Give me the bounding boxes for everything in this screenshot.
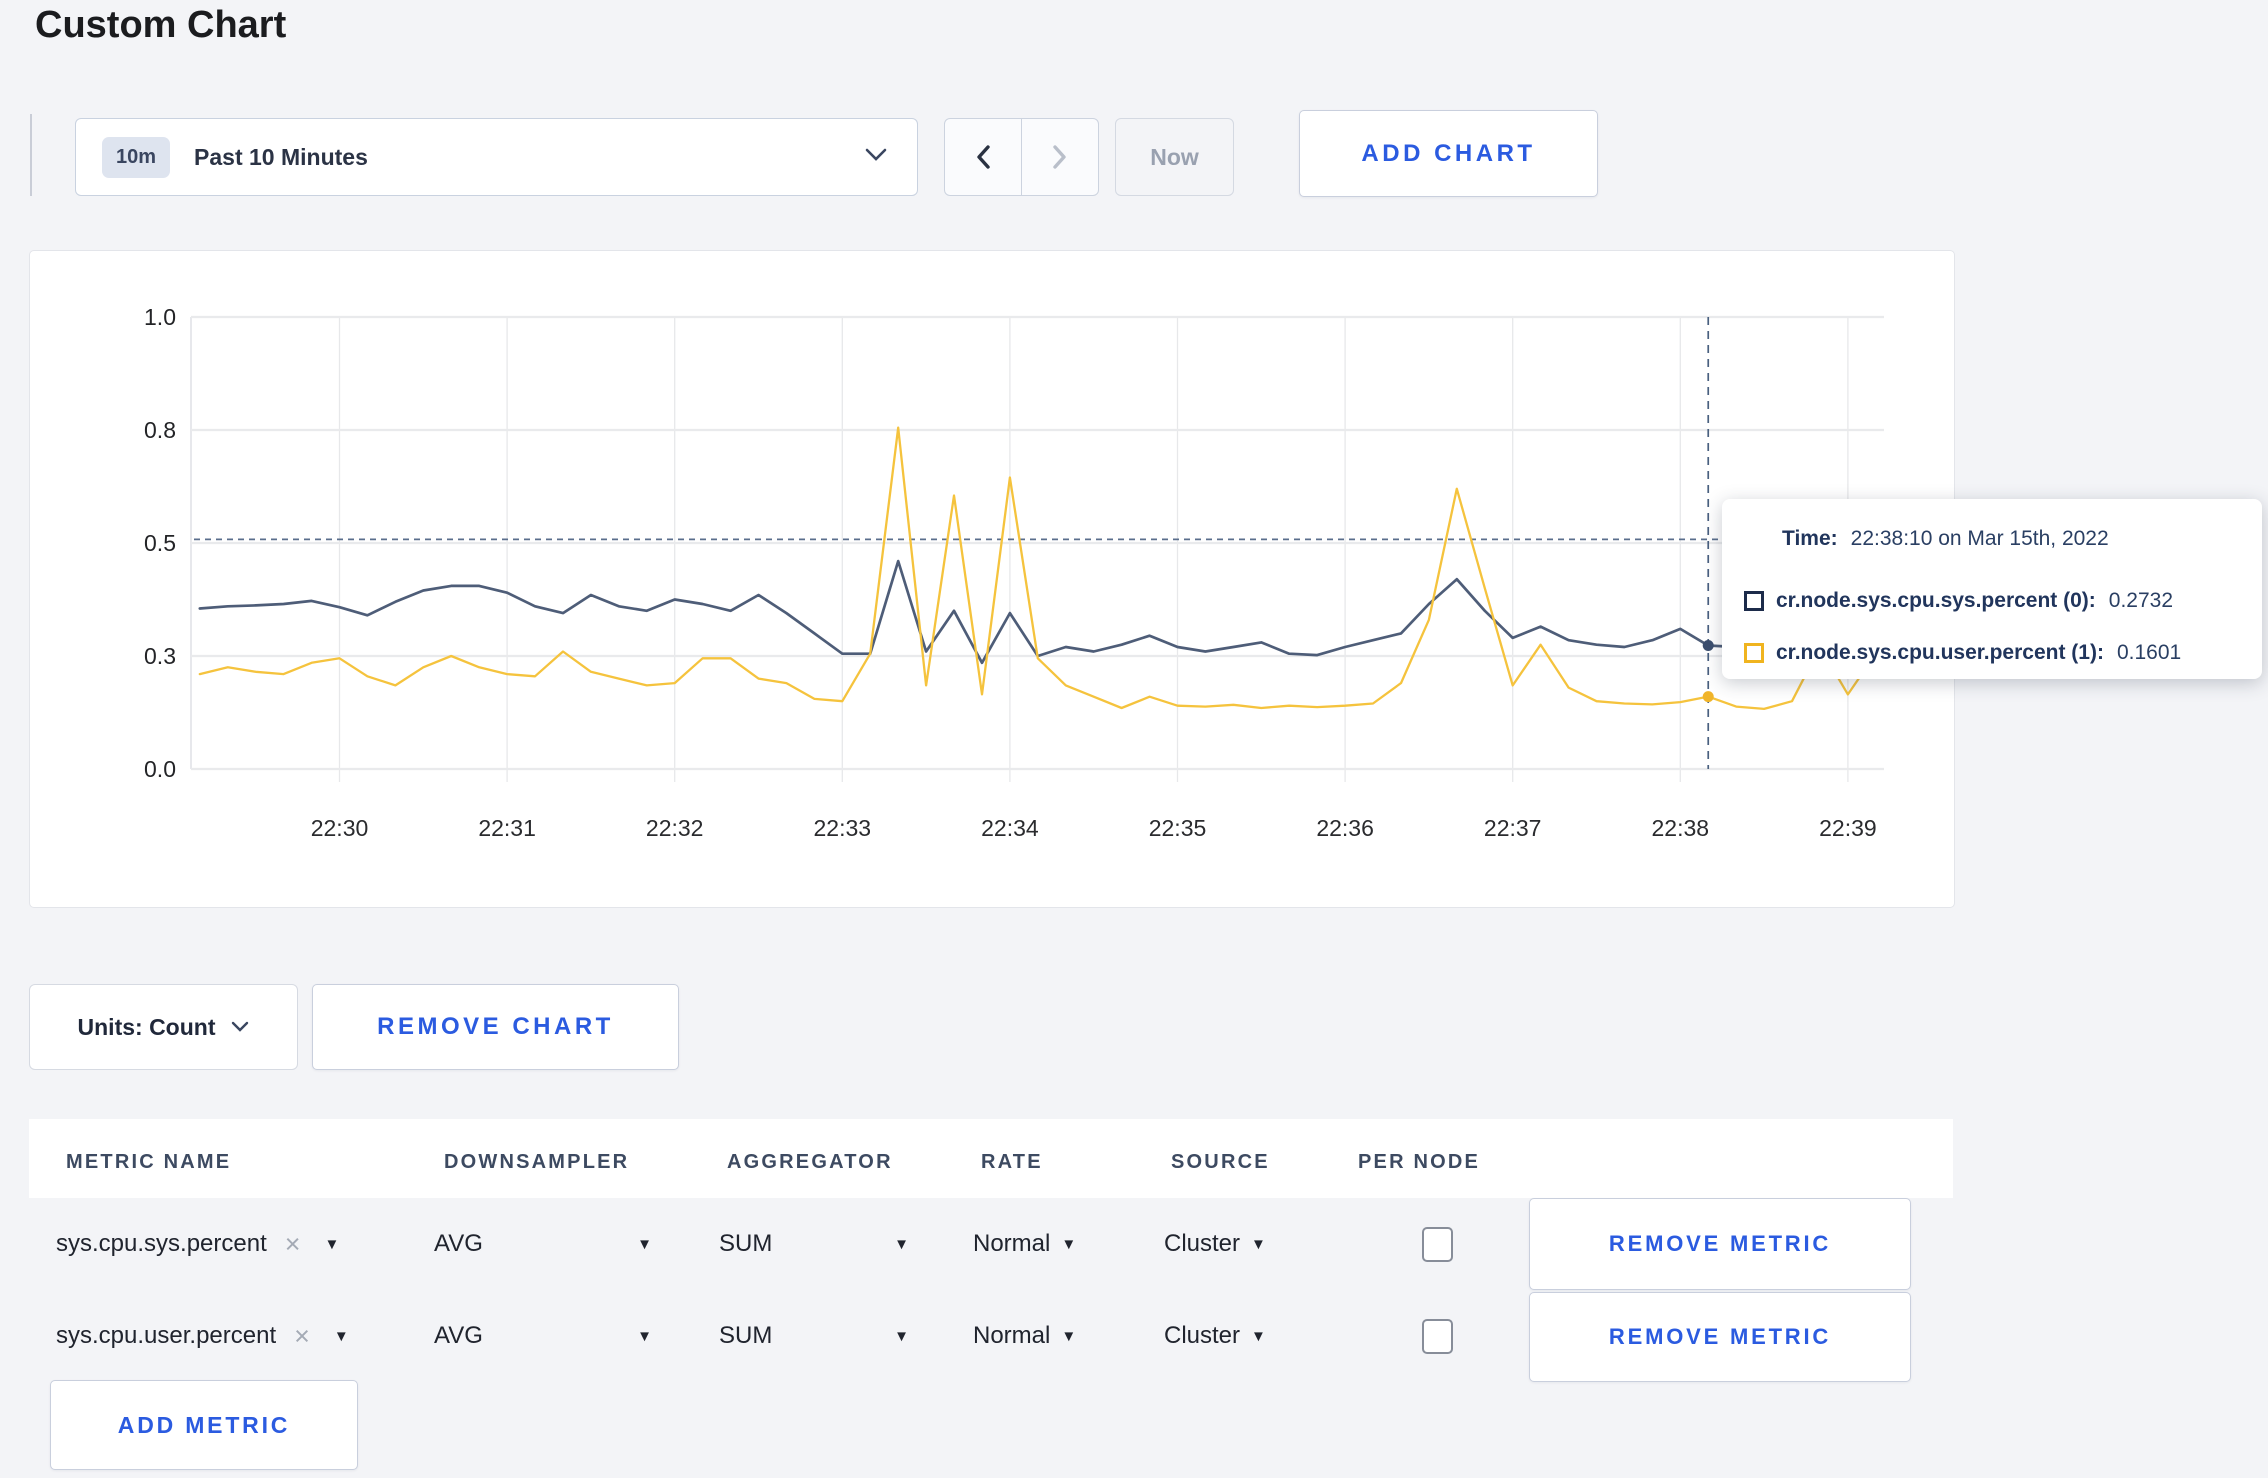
aggregator-value: SUM (719, 1230, 773, 1257)
tooltip-time-value: 22:38:10 on Mar 15th, 2022 (1850, 527, 2109, 550)
chevron-down-icon (232, 1021, 249, 1032)
downsampler-value: AVG (434, 1230, 483, 1257)
time-forward-button[interactable] (1022, 119, 1098, 195)
y-axis-tick-label: 1.0 (144, 304, 176, 330)
col-header-per-node: PER NODE (1358, 1151, 1481, 1173)
metric-name-select[interactable]: sys.cpu.user.percent × ▼ (56, 1290, 349, 1382)
chart-plot[interactable]: 22:30 22:31 22:32 22:33 22:34 22:35 22:36 22:37… (30, 251, 1954, 907)
metric-name-value: sys.cpu.user.percent (56, 1322, 277, 1349)
page-title: Custom Chart (35, 4, 287, 46)
dropdown-caret-icon: ▼ (324, 1235, 340, 1253)
toolbar-divider (30, 114, 32, 196)
metrics-table-header: METRIC NAME DOWNSAMPLER AGGREGATOR RATE … (29, 1119, 1953, 1198)
remove-metric-button[interactable]: REMOVE METRIC (1529, 1292, 1911, 1382)
add-chart-button[interactable]: ADD CHART (1299, 110, 1598, 197)
time-window-badge: 10m (102, 136, 171, 178)
sys-series-legend-swatch (1744, 591, 1764, 611)
x-axis-tick-label: 22:35 (1149, 815, 1207, 841)
rate-value: Normal (973, 1230, 1051, 1257)
source-select[interactable]: Cluster ▼ (1164, 1290, 1266, 1382)
y-axis-tick-label: 0.8 (144, 417, 176, 443)
remove-chart-button[interactable]: REMOVE CHART (312, 984, 679, 1070)
x-axis-tick-label: 22:36 (1316, 815, 1374, 841)
x-axis-tick-label: 22:31 (478, 815, 536, 841)
dropdown-caret-icon: ▼ (894, 1235, 909, 1253)
col-header-aggregator: AGGREGATOR (727, 1151, 893, 1173)
downsampler-select[interactable]: AVG ▼ (434, 1198, 652, 1290)
now-button[interactable]: Now (1115, 118, 1234, 196)
source-value: Cluster (1164, 1322, 1241, 1349)
time-window-select[interactable]: 10m Past 10 Minutes (75, 118, 918, 196)
col-header-rate: RATE (981, 1151, 1043, 1173)
crosshair-dot-user (1702, 691, 1714, 703)
dropdown-caret-icon: ▼ (1251, 1235, 1266, 1253)
dropdown-caret-icon: ▼ (1061, 1235, 1077, 1253)
units-select[interactable]: Units: Count (29, 984, 298, 1070)
rate-select[interactable]: Normal ▼ (973, 1290, 1076, 1382)
dropdown-caret-icon: ▼ (1061, 1327, 1077, 1345)
aggregator-select[interactable]: SUM ▼ (719, 1290, 909, 1382)
col-header-source: SOURCE (1171, 1151, 1270, 1173)
source-select[interactable]: Cluster ▼ (1164, 1198, 1266, 1290)
series-sys-line (198, 559, 1878, 665)
chevron-left-icon (977, 145, 990, 169)
tooltip-user-name: cr.node.sys.cpu.user.percent (1): (1776, 641, 2104, 664)
per-node-checkbox[interactable] (1422, 1226, 1453, 1262)
x-axis-tick-label: 22:38 (1652, 815, 1710, 841)
y-axis-tick-label: 0.0 (144, 756, 176, 782)
chevron-down-icon (865, 148, 887, 167)
clear-metric-icon[interactable]: × (294, 1322, 310, 1350)
tooltip-user-value: 0.1601 (2116, 641, 2182, 664)
clear-metric-icon[interactable]: × (285, 1230, 301, 1258)
chart-tooltip: Time: 22:38:10 on Mar 15th, 2022 cr.node… (1722, 499, 2262, 679)
chevron-right-icon (1053, 145, 1066, 169)
units-label: Units: Count (77, 1013, 216, 1040)
source-value: Cluster (1164, 1230, 1241, 1257)
dropdown-caret-icon: ▼ (894, 1327, 909, 1345)
rate-value: Normal (973, 1322, 1051, 1349)
x-axis-tick-label: 22:37 (1484, 815, 1542, 841)
metric-name-value: sys.cpu.sys.percent (56, 1230, 267, 1257)
tooltip-sys-name: cr.node.sys.cpu.sys.percent (0): (1776, 589, 2096, 612)
dropdown-caret-icon: ▼ (637, 1327, 652, 1345)
tooltip-sys-value: 0.2732 (2108, 589, 2174, 612)
time-nav-group (944, 118, 1099, 196)
downsampler-select[interactable]: AVG ▼ (434, 1290, 652, 1382)
dropdown-caret-icon: ▼ (637, 1235, 652, 1253)
add-metric-button[interactable]: ADD METRIC (50, 1380, 358, 1470)
tooltip-time-label: Time: (1782, 527, 1838, 550)
x-axis-tick-label: 22:32 (646, 815, 704, 841)
downsampler-value: AVG (434, 1322, 483, 1349)
aggregator-select[interactable]: SUM ▼ (719, 1198, 909, 1290)
col-header-metric-name: METRIC NAME (66, 1151, 232, 1173)
col-header-downsampler: DOWNSAMPLER (444, 1151, 630, 1173)
remove-metric-button[interactable]: REMOVE METRIC (1529, 1198, 1911, 1290)
x-axis-tick-label: 22:30 (311, 815, 369, 841)
time-back-button[interactable] (945, 119, 1022, 195)
crosshair-dot-sys (1702, 640, 1714, 652)
chart-card: 22:30 22:31 22:32 22:33 22:34 22:35 22:36 22:37… (29, 250, 1955, 908)
user-series-legend-swatch (1744, 643, 1764, 663)
series-user-line (198, 426, 1877, 711)
rate-select[interactable]: Normal ▼ (973, 1198, 1076, 1290)
x-axis-tick-label: 22:34 (981, 815, 1039, 841)
x-axis-tick-label: 22:39 (1819, 815, 1877, 841)
time-window-label: Past 10 Minutes (194, 143, 368, 170)
dropdown-caret-icon: ▼ (333, 1327, 349, 1345)
y-axis-tick-label: 0.3 (144, 643, 176, 669)
x-axis-tick-label: 22:33 (814, 815, 872, 841)
dropdown-caret-icon: ▼ (1251, 1327, 1266, 1345)
per-node-checkbox[interactable] (1422, 1318, 1453, 1354)
y-axis-tick-label: 0.5 (144, 530, 176, 556)
metric-name-select[interactable]: sys.cpu.sys.percent × ▼ (56, 1198, 339, 1290)
aggregator-value: SUM (719, 1322, 773, 1349)
